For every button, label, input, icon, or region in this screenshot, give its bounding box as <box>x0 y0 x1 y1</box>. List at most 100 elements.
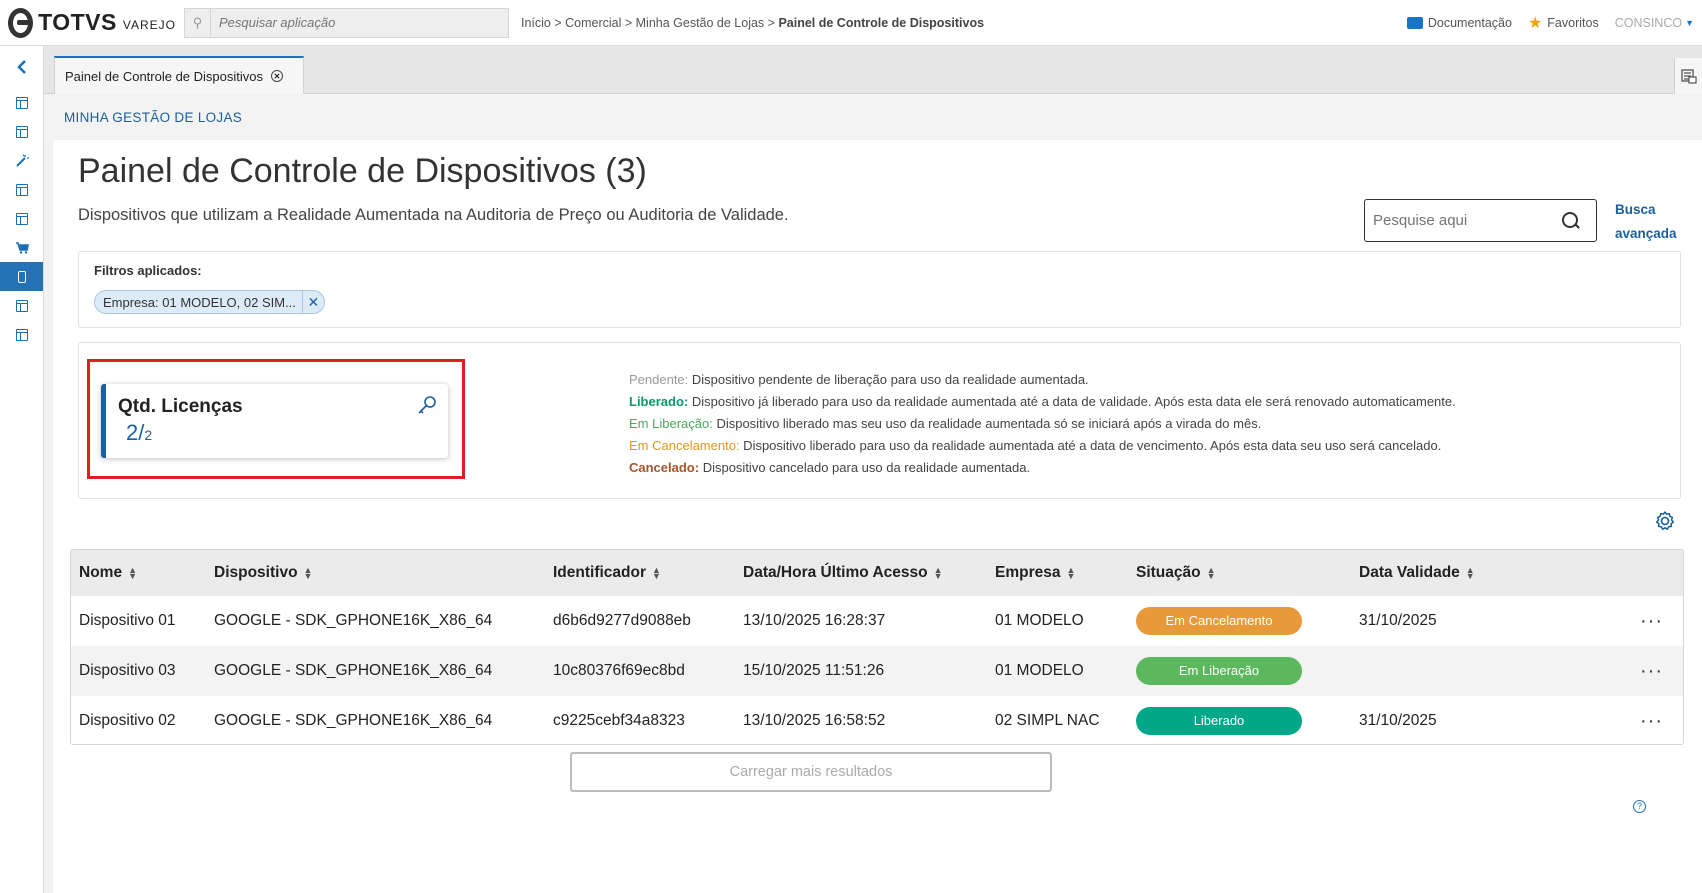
sort-icon: ▲ ▼ <box>1206 564 1216 581</box>
sidebar-item-1[interactable] <box>0 88 43 117</box>
help-icon[interactable]: ? <box>1633 800 1646 813</box>
more-actions-icon[interactable]: ··· <box>1511 646 1683 696</box>
totvs-logo[interactable]: TOTVS VAREJO <box>8 7 176 38</box>
sidebar-item-cart[interactable] <box>0 233 43 262</box>
column-header-actions <box>1511 550 1683 596</box>
logo-icon <box>8 7 34 38</box>
tab-painel-controle[interactable]: Painel de Controle de Dispositivos ✕ <box>54 56 304 94</box>
breadcrumb-path[interactable]: Início > Comercial > Minha Gestão de Loj… <box>521 16 778 30</box>
column-header-ultimo-acesso[interactable]: Data/Hora Último Acesso ▲ ▼ <box>735 550 987 596</box>
search-icon[interactable] <box>1562 211 1580 230</box>
settings-gear-icon[interactable] <box>1654 510 1676 532</box>
advanced-search-link[interactable]: Busca avançada <box>1615 198 1677 246</box>
table-row[interactable]: Dispositivo 01 GOOGLE - SDK_GPHONE16K_X8… <box>71 596 1683 646</box>
close-icon[interactable]: ✕ <box>301 291 324 313</box>
column-header-empresa[interactable]: Empresa ▲ ▼ <box>987 550 1128 596</box>
header-label: Identificador <box>553 564 647 581</box>
cell-identificador: d6b6d9277d9088eb <box>553 612 691 629</box>
collapse-sidebar-button[interactable] <box>0 46 43 88</box>
table-icon <box>15 183 28 196</box>
cell-nome: Dispositivo 01 <box>79 612 176 629</box>
sidebar-item-6[interactable] <box>0 291 43 320</box>
sidebar-item-7[interactable] <box>0 320 43 349</box>
legend-cancelado: Cancelado: Dispositivo cancelado para us… <box>629 457 1456 479</box>
licenses-card[interactable]: Qtd. Licenças 2/2 <box>101 384 448 458</box>
legend-desc: Dispositivo liberado mas seu uso da real… <box>712 416 1262 431</box>
sidebar-item-4[interactable] <box>0 175 43 204</box>
legend-term: Pendente: <box>629 372 689 387</box>
table-icon <box>15 212 28 225</box>
top-bar: TOTVS VAREJO ⚲ Início > Comercial > Minh… <box>0 0 1702 46</box>
sidebar-item-5[interactable] <box>0 204 43 233</box>
user-name: CONSINCO <box>1614 16 1683 30</box>
table-icon <box>15 328 28 341</box>
more-actions-icon[interactable]: ··· <box>1511 696 1683 744</box>
licenses-used: 2/ <box>126 420 145 445</box>
user-menu[interactable]: CONSINCO ▼ <box>1615 16 1694 30</box>
page-title: Painel de Controle de Dispositivos (3) <box>78 152 647 190</box>
table-icon <box>15 96 28 109</box>
sidebar-item-2[interactable] <box>0 117 43 146</box>
app-search: ⚲ <box>184 7 509 38</box>
key-icon <box>418 396 436 414</box>
table-row[interactable]: Dispositivo 02 GOOGLE - SDK_GPHONE16K_X8… <box>71 696 1683 744</box>
column-header-identificador[interactable]: Identificador ▲ ▼ <box>545 550 735 596</box>
header-label: Empresa <box>995 564 1061 581</box>
cell-dispositivo: GOOGLE - SDK_GPHONE16K_X86_64 <box>214 712 493 729</box>
tab-bar: Painel de Controle de Dispositivos ✕ <box>44 46 1702 94</box>
sort-icon: ▲ ▼ <box>1066 564 1076 581</box>
legend-desc: Dispositivo liberado para uso da realida… <box>739 438 1442 453</box>
devices-table: Nome ▲ ▼ Dispositivo ▲ ▼ Identificador ▲ ▼ Dat… <box>70 549 1684 745</box>
main-content: Painel de Controle de Dispositivos (3) D… <box>53 140 1702 893</box>
status-legend: Pendente: Dispositivo pendente de libera… <box>629 369 1456 479</box>
sort-icon: ▲ ▼ <box>1465 564 1475 581</box>
licenses-total: 2 <box>144 427 153 443</box>
search-input[interactable] <box>1373 212 1558 229</box>
tab-list-button[interactable] <box>1674 58 1702 94</box>
cell-nome: Dispositivo 02 <box>79 712 176 729</box>
cell-dispositivo: GOOGLE - SDK_GPHONE16K_X86_64 <box>214 612 493 629</box>
favorites-link[interactable]: ★ Favoritos <box>1528 13 1599 33</box>
cell-nome: Dispositivo 03 <box>79 662 176 679</box>
sort-icon: ▲ ▼ <box>652 564 661 581</box>
sort-icon: ▲ ▼ <box>303 564 313 581</box>
sidebar-item-3[interactable] <box>0 146 43 175</box>
star-icon: ★ <box>1527 15 1543 32</box>
load-more-button[interactable]: Carregar mais resultados <box>570 752 1052 792</box>
filters-label: Filtros aplicados: <box>94 263 202 278</box>
cell-empresa: 01 MODELO <box>995 612 1084 629</box>
header-label: Data Validade <box>1359 564 1460 581</box>
licenses-card-title: Qtd. Licenças <box>118 396 243 417</box>
header-label: Situação <box>1136 564 1201 581</box>
search-field <box>1364 199 1597 242</box>
column-header-dispositivo[interactable]: Dispositivo ▲ ▼ <box>206 550 545 596</box>
cell-ultimo-acesso: 15/10/2025 11:51:26 <box>743 662 885 679</box>
logo-subtext: VAREJO <box>122 17 176 32</box>
cell-situacao: Liberado <box>1128 696 1351 744</box>
sidebar-item-devices[interactable] <box>0 262 43 291</box>
table-icon <box>15 299 28 312</box>
app-search-input[interactable] <box>211 15 501 30</box>
legend-pendente: Pendente: Dispositivo pendente de libera… <box>629 369 1456 391</box>
page-subtitle: Dispositivos que utilizam a Realidade Au… <box>78 206 789 224</box>
legend-em-liberacao: Em Liberação: Dispositivo liberado mas s… <box>629 413 1456 435</box>
cell-data-validade <box>1351 646 1511 696</box>
status-badge: Em Liberação <box>1136 657 1302 685</box>
table-row[interactable]: Dispositivo 03 GOOGLE - SDK_GPHONE16K_X8… <box>71 646 1683 696</box>
column-header-nome[interactable]: Nome ▲ ▼ <box>71 550 206 596</box>
header-label: Data/Hora Último Acesso <box>743 564 928 581</box>
cell-identificador: c9225cebf34a8323 <box>553 712 685 729</box>
sidebar <box>0 46 44 893</box>
table-icon <box>15 125 28 138</box>
legend-desc: Dispositivo pendente de liberação para u… <box>688 372 1089 387</box>
column-header-situacao[interactable]: Situação ▲ ▼ <box>1128 550 1351 596</box>
documentation-link[interactable]: Documentação <box>1406 16 1512 30</box>
column-header-data-validade[interactable]: Data Validade ▲ ▼ <box>1351 550 1511 596</box>
legend-liberado: Liberado: Dispositivo já liberado para u… <box>629 391 1456 413</box>
legend-term: Em Cancelamento: <box>629 438 740 453</box>
cell-data-validade: 31/10/2025 <box>1359 712 1437 729</box>
chevron-left-icon <box>16 60 26 74</box>
more-actions-icon[interactable]: ··· <box>1511 596 1683 646</box>
legend-desc: Dispositivo cancelado para uso da realid… <box>699 460 1031 475</box>
close-tab-icon[interactable]: ✕ <box>271 70 283 82</box>
